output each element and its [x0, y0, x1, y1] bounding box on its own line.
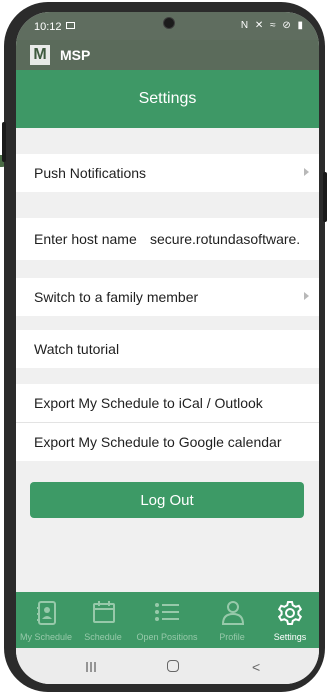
status-time: 10:12 [34, 21, 62, 33]
switch-family-label: Switch to a family member [34, 289, 199, 305]
tab-settings[interactable]: Settings [262, 592, 318, 648]
gear-icon [277, 601, 303, 625]
image-notification-icon [66, 22, 75, 29]
home-icon[interactable] [167, 660, 179, 672]
volume-button [2, 122, 6, 162]
list-icon [155, 603, 179, 621]
recent-apps-icon[interactable] [86, 662, 96, 672]
host-name-row[interactable]: Enter host name secure.rotundasoftware. [16, 218, 319, 260]
switch-family-row[interactable]: Switch to a family member [16, 278, 319, 316]
app-name: MSP [60, 47, 91, 63]
tab-label: My Schedule [19, 632, 73, 642]
status-bar: 10:12 N ✕ ≈ ⊘ ▮ [16, 12, 319, 40]
chevron-right-icon [304, 168, 309, 176]
contact-book-icon [37, 601, 56, 625]
push-notifications-row[interactable]: Push Notifications [16, 154, 319, 192]
status-icons: N ✕ ≈ ⊘ ▮ [240, 20, 305, 31]
export-ical-row[interactable]: Export My Schedule to iCal / Outlook [16, 384, 319, 422]
system-nav-bar: < [16, 648, 319, 684]
tab-profile[interactable]: Profile [204, 592, 260, 648]
page-title: Settings [16, 70, 319, 128]
tab-label: Open Positions [136, 632, 198, 642]
bottom-tab-bar: My Schedule Schedule Open Positions Prof… [16, 592, 319, 648]
settings-list: Push Notifications Enter host name secur… [16, 128, 319, 602]
export-ical-label: Export My Schedule to iCal / Outlook [34, 395, 263, 411]
device-frame: 10:12 N ✕ ≈ ⊘ ▮ M MSP Settings Push Noti… [0, 0, 327, 694]
power-button [323, 172, 327, 222]
chevron-right-icon [304, 292, 309, 300]
front-camera [163, 17, 175, 29]
screen: 10:12 N ✕ ≈ ⊘ ▮ M MSP Settings Push Noti… [16, 12, 319, 684]
phone-body: 10:12 N ✕ ≈ ⊘ ▮ M MSP Settings Push Noti… [2, 2, 327, 692]
person-icon [221, 601, 245, 625]
tab-label: Profile [219, 632, 245, 642]
tab-schedule[interactable]: Schedule [76, 592, 130, 648]
host-name-input[interactable]: secure.rotundasoftware. [150, 231, 300, 247]
tab-my-schedule[interactable]: My Schedule [16, 592, 76, 648]
export-google-row[interactable]: Export My Schedule to Google calendar [16, 423, 319, 461]
tab-open-positions[interactable]: Open Positions [130, 592, 204, 648]
push-notifications-label: Push Notifications [34, 165, 147, 181]
app-logo: M [30, 45, 50, 65]
watch-tutorial-row[interactable]: Watch tutorial [16, 330, 319, 368]
tab-label: Schedule [84, 632, 122, 642]
back-icon[interactable]: < [252, 659, 260, 675]
tab-label: Settings [273, 632, 307, 642]
host-name-label: Enter host name [34, 231, 137, 247]
app-header: M MSP [16, 40, 319, 70]
watch-tutorial-label: Watch tutorial [34, 341, 120, 357]
calendar-icon [93, 601, 115, 623]
export-google-label: Export My Schedule to Google calendar [34, 434, 282, 450]
logout-button[interactable]: Log Out [30, 482, 304, 518]
